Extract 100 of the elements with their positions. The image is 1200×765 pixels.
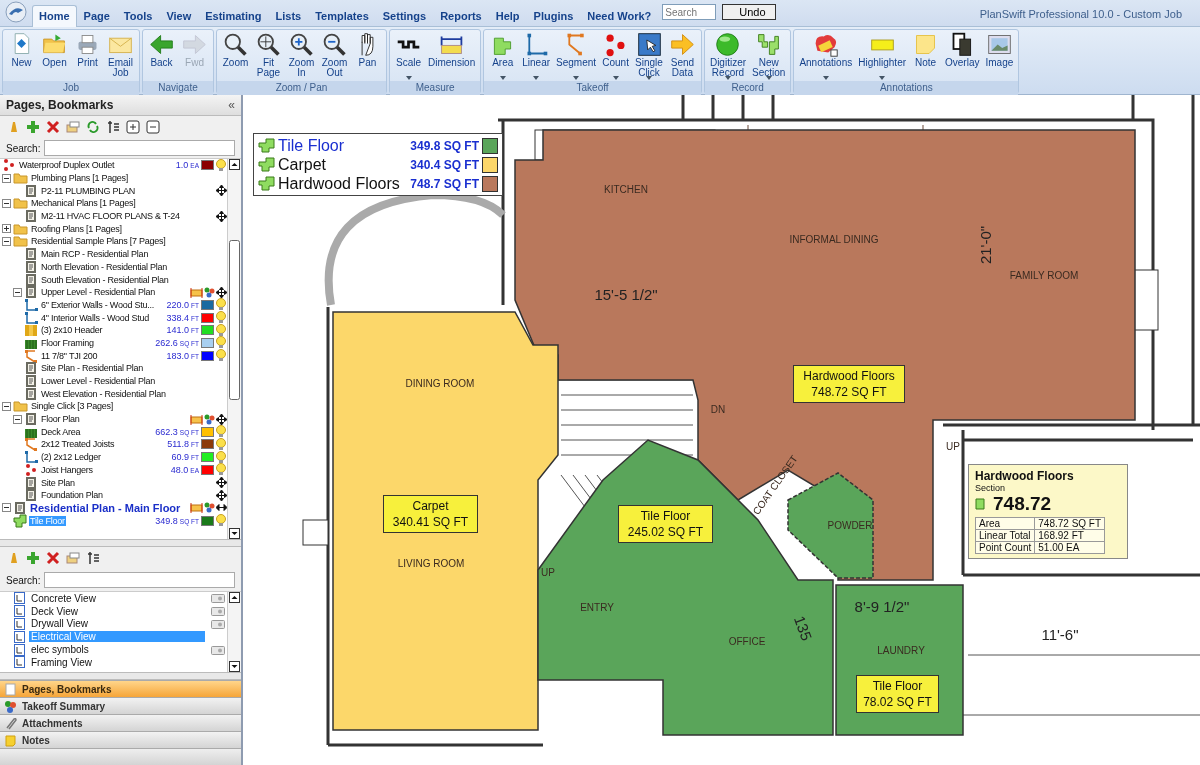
view-item[interactable]: Deck View — [29, 605, 205, 617]
search-field[interactable]: Search — [662, 4, 717, 20]
toolbar-button[interactable]: Scale — [392, 30, 425, 81]
section-button[interactable]: Notes — [0, 731, 241, 748]
collapse-all-icon[interactable] — [146, 120, 160, 134]
tree-item[interactable]: Joist Hangers — [40, 464, 94, 475]
menu-tab[interactable]: Page — [76, 5, 117, 26]
tree-item[interactable]: Upper Level - Residential Plan — [40, 287, 157, 298]
tree-item[interactable]: Single Click [3 Pages] — [30, 401, 115, 412]
collapse-icon[interactable] — [2, 198, 11, 208]
view-item[interactable]: Drywall View — [29, 618, 205, 630]
toolbar-button[interactable]: Pan — [351, 30, 384, 81]
scroll-down-icon[interactable] — [229, 528, 240, 539]
toolbar-button[interactable]: Email Job — [104, 30, 137, 81]
toolbar-button[interactable]: Annotations — [796, 30, 856, 81]
menu-tab[interactable]: Help — [488, 5, 527, 26]
menu-tab[interactable]: Templates — [308, 5, 376, 26]
toolbar-button[interactable]: Open — [38, 30, 71, 81]
search-field[interactable] — [44, 140, 235, 156]
collapse-icon[interactable] — [13, 414, 22, 424]
tree-item[interactable]: South Elevation - Residential Plan — [40, 274, 170, 285]
tree-item[interactable]: Waterproof Duplex Outlet — [18, 160, 116, 171]
toolbar-button[interactable]: Print — [71, 30, 104, 81]
tree-item[interactable]: P2-11 PLUMBING PLAN — [40, 185, 137, 196]
toolbar-button[interactable]: Fit Page — [252, 30, 285, 81]
sort-icon[interactable] — [106, 120, 120, 134]
menu-tab[interactable]: Home — [32, 5, 77, 27]
toolbar-button[interactable]: Dimension — [425, 30, 479, 81]
undo-button[interactable]: Undo — [722, 4, 777, 20]
toolbar-button[interactable]: Zoom In — [285, 30, 318, 81]
toolbar-button[interactable]: Overlay — [942, 30, 983, 81]
section-button[interactable]: Attachments — [0, 714, 241, 731]
menu-tab[interactable]: View — [159, 5, 199, 26]
collapse-icon[interactable] — [13, 287, 22, 297]
search-field[interactable] — [44, 572, 235, 588]
scroll-up-icon[interactable] — [229, 159, 240, 170]
toolbar-button[interactable]: Segment — [553, 30, 600, 81]
menu-tab[interactable]: Settings — [375, 5, 434, 26]
add-icon[interactable] — [26, 120, 40, 134]
section-button[interactable]: Pages, Bookmarks — [0, 680, 241, 697]
menu-tab[interactable]: Lists — [268, 5, 309, 26]
collapse-button[interactable]: « — [228, 98, 235, 112]
tree-item[interactable]: Mechanical Plans [1 Pages] — [30, 198, 137, 209]
tree-item[interactable]: Floor Framing — [40, 337, 95, 348]
tree-item[interactable]: Plumbing Plans [1 Pages] — [30, 173, 130, 184]
tree-item[interactable]: Residential Sample Plans [7 Pages] — [30, 236, 167, 247]
tree-item[interactable]: 4" Interior Walls - Wood Stud — [40, 312, 150, 323]
expand-all-icon[interactable] — [126, 120, 140, 134]
tree-item[interactable]: 6" Exterior Walls - Wood Stu... — [40, 299, 155, 310]
collapse-icon[interactable] — [2, 173, 11, 183]
menu-tab[interactable]: Reports — [433, 5, 489, 26]
tree-item[interactable]: (3) 2x10 Header — [40, 325, 104, 336]
tree-item[interactable]: M2-11 HVAC FLOOR PLANS & T-24 — [40, 211, 181, 222]
tree-item[interactable]: (2) 2x12 Ledger — [40, 452, 102, 463]
add-icon[interactable] — [26, 551, 40, 565]
toolbar-button[interactable]: Zoom — [219, 30, 252, 81]
toolbar-button[interactable]: Digitizer Record — [706, 30, 750, 81]
tree-item[interactable]: 11 7/8" TJI 200 — [40, 350, 99, 361]
tree-item[interactable]: Foundation Plan — [40, 490, 104, 501]
view-item[interactable]: elec symbols — [29, 644, 205, 656]
menu-tab[interactable]: Need Work? — [580, 5, 659, 26]
menu-tab[interactable]: Estimating — [198, 5, 269, 26]
delete-icon[interactable] — [46, 551, 60, 565]
view-item[interactable]: Framing View — [29, 656, 205, 668]
tree-item[interactable]: Site Plan - Residential Plan — [40, 363, 145, 374]
tree-item[interactable]: 2x12 Treated Joists — [40, 439, 116, 450]
tree-item[interactable]: Roofing Plans [1 Pages] — [30, 223, 123, 234]
folder-icon[interactable] — [66, 120, 80, 134]
view-item[interactable]: Concrete View — [29, 592, 205, 604]
toolbar-button[interactable]: Area — [486, 30, 520, 81]
tree-item[interactable]: Floor Plan — [40, 414, 81, 425]
collapse-icon[interactable] — [2, 503, 11, 513]
tree-item[interactable]: Deck Area — [40, 426, 82, 437]
scrollbar-thumb[interactable] — [229, 240, 240, 400]
tree-item[interactable]: Residential Plan - Main Floor — [29, 501, 182, 514]
menu-tab[interactable]: Tools — [116, 5, 160, 26]
expand-icon[interactable] — [2, 224, 11, 234]
toolbar-button[interactable]: New — [5, 30, 38, 81]
toolbar-button[interactable]: Single Click — [632, 30, 666, 81]
toolbar-button[interactable]: Back — [145, 30, 178, 81]
toolbar-button[interactable]: Note — [909, 30, 943, 81]
sort-icon[interactable] — [86, 551, 100, 565]
section-button[interactable]: Takeoff Summary — [0, 697, 241, 714]
toolbar-button[interactable]: Zoom Out — [318, 30, 351, 81]
tree-item[interactable]: West Elevation - Residential Plan — [40, 388, 167, 399]
menu-tab[interactable]: Plugins — [526, 5, 581, 26]
tree-item[interactable]: Site Plan — [40, 477, 76, 488]
delete-icon[interactable] — [46, 120, 60, 134]
toolbar-button[interactable]: Count — [599, 30, 633, 81]
collapse-icon[interactable] — [2, 401, 11, 411]
collapse-icon[interactable] — [2, 236, 11, 246]
toolbar-button[interactable]: Linear — [519, 30, 554, 81]
toolbar-button[interactable]: New Section — [749, 30, 789, 81]
toolbar-button[interactable]: Image — [982, 30, 1017, 81]
tree-item[interactable]: Main RCP - Residential Plan — [40, 249, 150, 260]
refresh-icon[interactable] — [86, 120, 100, 134]
folder-icon[interactable] — [66, 551, 80, 565]
tree-item[interactable]: North Elevation - Residential Plan — [40, 261, 169, 272]
toolbar-button[interactable]: Send Data — [665, 30, 699, 81]
tree-item[interactable]: Lower Level - Residential Plan — [40, 376, 157, 387]
